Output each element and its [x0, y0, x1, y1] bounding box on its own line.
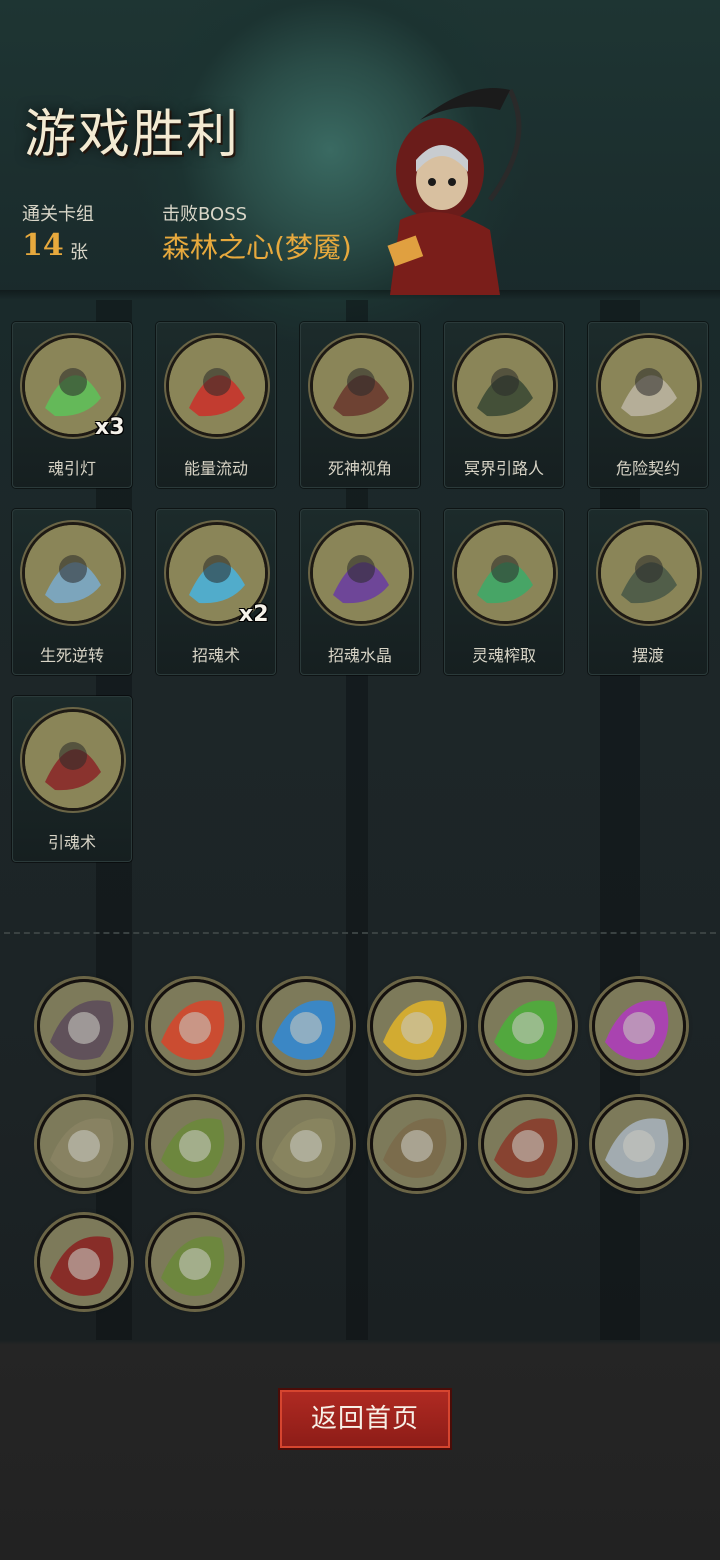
vampire-icon[interactable] — [481, 1097, 575, 1191]
dark-nest-icon[interactable] — [37, 979, 131, 1073]
deck-card[interactable]: 冥界引路人 — [444, 322, 564, 488]
card-name: 摆渡 — [631, 646, 664, 665]
card-name: 能量流动 — [183, 459, 248, 478]
section-divider — [4, 932, 716, 934]
treasure-chest-icon[interactable] — [37, 1097, 131, 1191]
deck-card[interactable]: 危险契约 — [588, 322, 708, 488]
deck-count: 14 — [22, 228, 64, 263]
return-home-button[interactable]: 返回首页 — [278, 1388, 452, 1450]
deck-card[interactable]: x2 招魂术 — [156, 509, 276, 675]
victory-title: 游戏胜利 — [24, 105, 241, 165]
card-name: 招魂术 — [191, 646, 240, 665]
skull-music-blue-icon[interactable] — [259, 979, 353, 1073]
card-name: 引魂术 — [47, 833, 96, 852]
skull-music-green-icon[interactable] — [481, 979, 575, 1073]
boss-name: 森林之心(梦魇) — [162, 231, 352, 264]
skull-music-red-icon[interactable] — [148, 979, 242, 1073]
card-name: 危险契约 — [615, 459, 680, 478]
energy-flow-icon — [166, 335, 268, 437]
scythe-blade-icon[interactable] — [259, 1097, 353, 1191]
deck-card[interactable]: 引魂术 — [12, 696, 132, 862]
life-death-reversal-icon — [22, 522, 124, 624]
card-name: 魂引灯 — [47, 459, 96, 478]
soul-guiding-icon — [22, 709, 124, 811]
red-banner-icon[interactable] — [37, 1215, 131, 1309]
deck-card[interactable]: 招魂水晶 — [300, 509, 420, 675]
deck-card[interactable]: 灵魂榨取 — [444, 509, 564, 675]
deck-card[interactable]: 摆渡 — [588, 509, 708, 675]
deck-card[interactable]: x3 魂引灯 — [12, 322, 132, 488]
card-name: 死神视角 — [327, 459, 392, 478]
skull-music-purple-icon[interactable] — [592, 979, 686, 1073]
ghost-ogre-icon[interactable] — [148, 1097, 242, 1191]
card-name: 生死逆转 — [39, 646, 104, 665]
skull-music-yellow-icon[interactable] — [370, 979, 464, 1073]
swordsman-icon[interactable] — [370, 1097, 464, 1191]
danger-contract-icon — [598, 335, 700, 437]
reaper-character-icon — [387, 88, 522, 295]
soul-crystal-icon — [310, 522, 412, 624]
deck-unit: 张 — [70, 242, 88, 263]
ghost-ogre-2-icon[interactable] — [148, 1215, 242, 1309]
card-count-badge: x2 — [239, 602, 269, 627]
dagger-icon[interactable] — [592, 1097, 686, 1191]
card-count-badge: x3 — [95, 415, 125, 440]
underworld-guide-icon — [454, 335, 556, 437]
card-name: 灵魂榨取 — [471, 646, 536, 665]
deck-card[interactable]: 死神视角 — [300, 322, 420, 488]
deck-label: 通关卡组 — [22, 204, 94, 225]
soul-extraction-icon — [454, 522, 556, 624]
boss-label: 击败BOSS — [162, 204, 248, 225]
card-name: 冥界引路人 — [463, 459, 544, 478]
reaper-view-icon — [310, 335, 412, 437]
card-name: 招魂水晶 — [327, 646, 392, 665]
ferry-icon — [598, 522, 700, 624]
deck-card[interactable]: 能量流动 — [156, 322, 276, 488]
deck-card[interactable]: 生死逆转 — [12, 509, 132, 675]
